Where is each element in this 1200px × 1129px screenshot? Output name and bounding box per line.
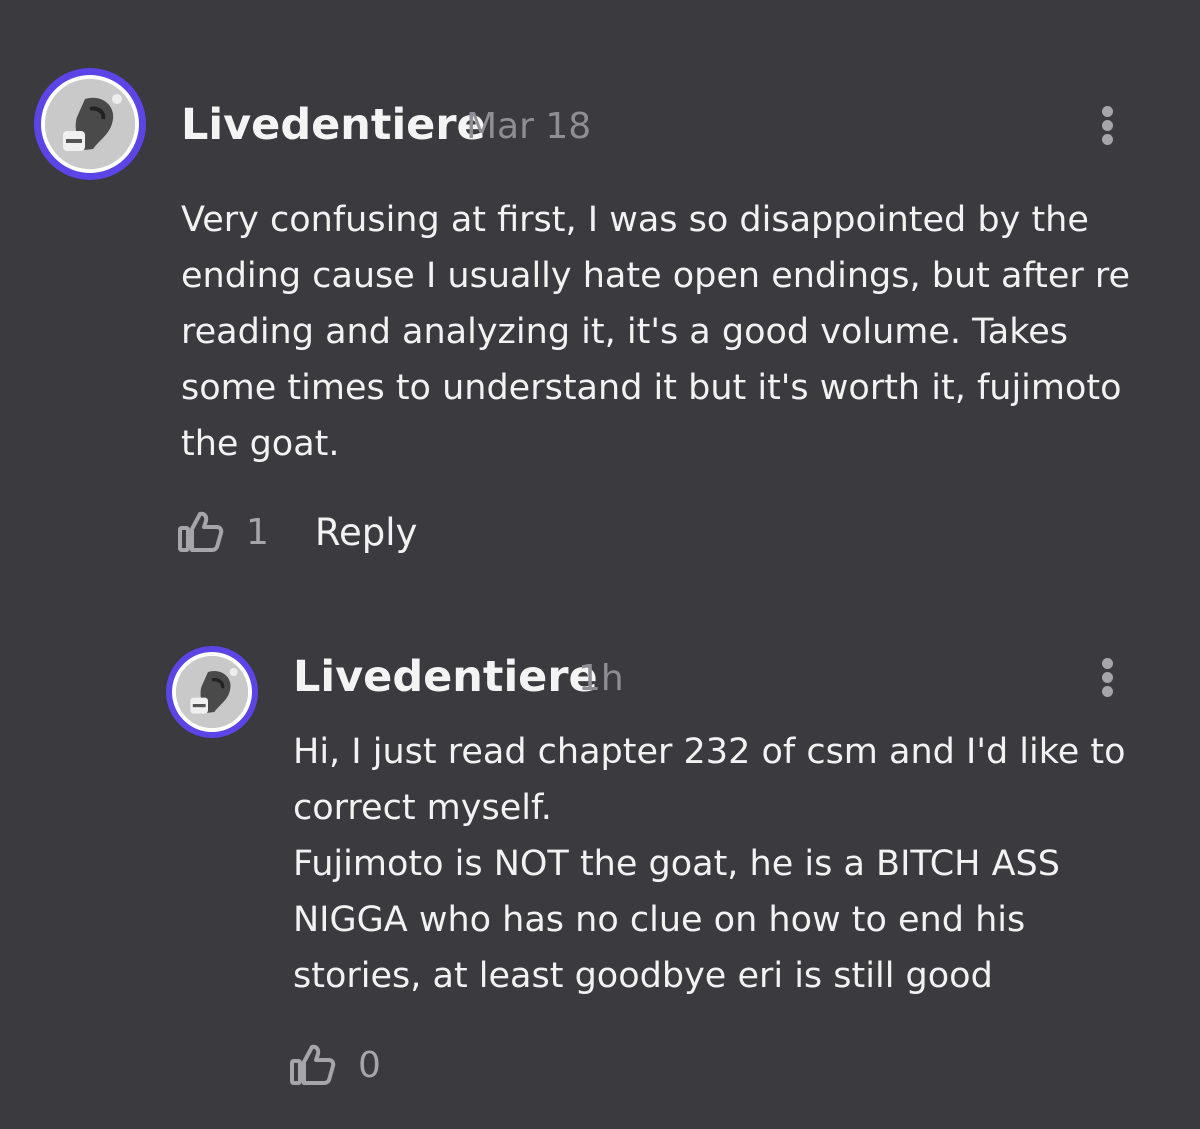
thumbs-up-icon (290, 1044, 336, 1085)
comments-page: Livedentiere Mar 18 Very confusing at fi… (0, 0, 1200, 1129)
comment-actions: 0 (290, 1043, 381, 1087)
comment: Livedentiere Mar 18 Very confusing at fi… (0, 0, 1200, 600)
comment-body: Hi, I just read chapter 232 of csm and I… (293, 732, 1126, 996)
like-count: 1 (246, 511, 269, 553)
like-button[interactable]: 1 (178, 510, 269, 554)
avatar[interactable] (34, 68, 146, 180)
reply-comment: Livedentiere 1h Hi, I just read chapter … (0, 600, 1200, 1129)
comment-timestamp: 1h (578, 658, 624, 699)
comment-timestamp: Mar 18 (466, 106, 592, 147)
comment-body: Very confusing at first, I was so disapp… (181, 200, 1131, 464)
more-vertical-icon[interactable] (1095, 658, 1119, 698)
comment-username[interactable]: Livedentiere (181, 100, 486, 150)
thumbs-up-icon (178, 511, 224, 552)
avatar-photo-icon (45, 79, 135, 169)
avatar-photo-icon (176, 656, 248, 728)
like-button[interactable]: 0 (290, 1043, 381, 1087)
avatar[interactable] (166, 646, 258, 738)
comment-username[interactable]: Livedentiere (293, 652, 598, 702)
reply-button[interactable]: Reply (315, 511, 417, 554)
like-count: 0 (358, 1044, 381, 1086)
more-vertical-icon[interactable] (1095, 106, 1119, 146)
comment-actions: 1 Reply (178, 510, 417, 554)
